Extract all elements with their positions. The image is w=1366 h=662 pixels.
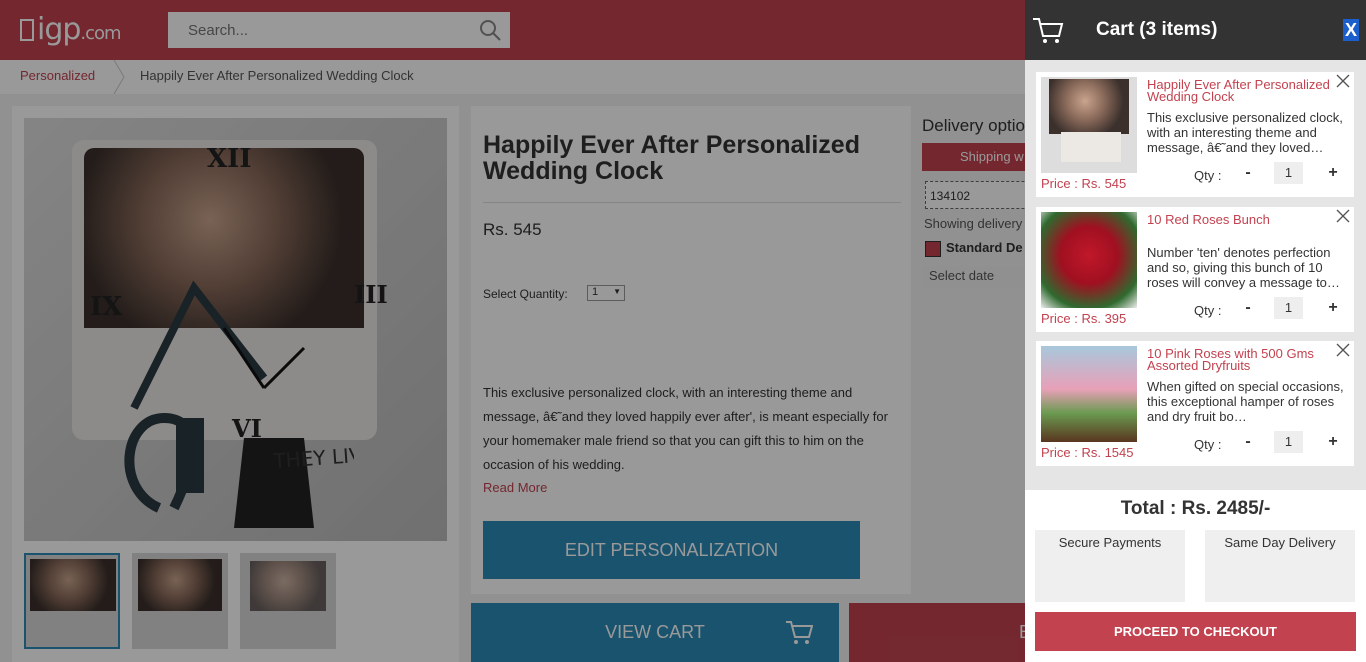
- cart-items-list: Happily Ever After Personalized Wedding …: [1025, 60, 1366, 490]
- cart-item-qty-label: Qty :: [1194, 437, 1222, 452]
- cart-item-qty-label: Qty :: [1194, 168, 1222, 183]
- qty-increase-button[interactable]: +: [1326, 433, 1340, 451]
- qty-increase-button[interactable]: +: [1326, 164, 1340, 182]
- cart-item: Happily Ever After Personalized Wedding …: [1036, 72, 1354, 197]
- thumbnail-photo: [1049, 79, 1129, 134]
- proceed-to-checkout-button[interactable]: PROCEED TO CHECKOUT: [1035, 612, 1356, 651]
- cart-item: 10 Red Roses Bunch Number 'ten' denotes …: [1036, 207, 1354, 332]
- close-icon[interactable]: [1336, 343, 1350, 357]
- qty-decrease-button[interactable]: -: [1242, 164, 1254, 182]
- cart-total: Total : Rs. 2485/-: [1120, 498, 1271, 519]
- secure-payments-feature: Secure Payments: [1035, 530, 1185, 602]
- cart-drawer: Cart (3 items) X Happily Ever After Pers…: [1025, 0, 1366, 662]
- clock-board: [1061, 132, 1121, 162]
- cart-item-description: Number 'ten' denotes perfection and so, …: [1147, 245, 1340, 290]
- qty-input[interactable]: 1: [1274, 162, 1303, 184]
- cart-item-price: Price : Rs. 395: [1041, 311, 1127, 326]
- cart-item-image: [1041, 77, 1137, 173]
- close-icon[interactable]: [1336, 209, 1350, 223]
- qty-input[interactable]: 1: [1274, 431, 1303, 453]
- cart-item-qty-label: Qty :: [1194, 303, 1222, 318]
- cart-item-description: When gifted on special occasions, this e…: [1147, 379, 1344, 424]
- qty-decrease-button[interactable]: -: [1242, 433, 1254, 451]
- qty-decrease-button[interactable]: -: [1242, 299, 1254, 317]
- cart-item-image: [1041, 346, 1137, 442]
- close-icon[interactable]: [1336, 74, 1350, 88]
- cart-title: Cart (3 items): [1096, 19, 1218, 40]
- qty-increase-button[interactable]: +: [1326, 299, 1340, 317]
- cart-icon: [1033, 18, 1064, 43]
- cart-item-price: Price : Rs. 1545: [1041, 445, 1134, 460]
- cart-item: 10 Pink Roses with 500 Gms Assorted Dryf…: [1036, 341, 1354, 466]
- same-day-delivery-feature: Same Day Delivery: [1205, 530, 1355, 602]
- cart-item-price: Price : Rs. 545: [1041, 176, 1127, 191]
- cart-item-image: [1041, 212, 1137, 308]
- qty-input[interactable]: 1: [1274, 297, 1303, 319]
- cart-item-name[interactable]: 10 Pink Roses with 500 Gms Assorted Dryf…: [1147, 347, 1342, 372]
- cart-item-name[interactable]: Happily Ever After Personalized Wedding …: [1147, 78, 1342, 103]
- cart-item-description: This exclusive personalized clock, with …: [1147, 110, 1343, 155]
- cart-item-name[interactable]: 10 Red Roses Bunch: [1147, 213, 1342, 226]
- close-button[interactable]: X: [1343, 19, 1359, 41]
- cart-header: Cart (3 items) X: [1025, 0, 1366, 60]
